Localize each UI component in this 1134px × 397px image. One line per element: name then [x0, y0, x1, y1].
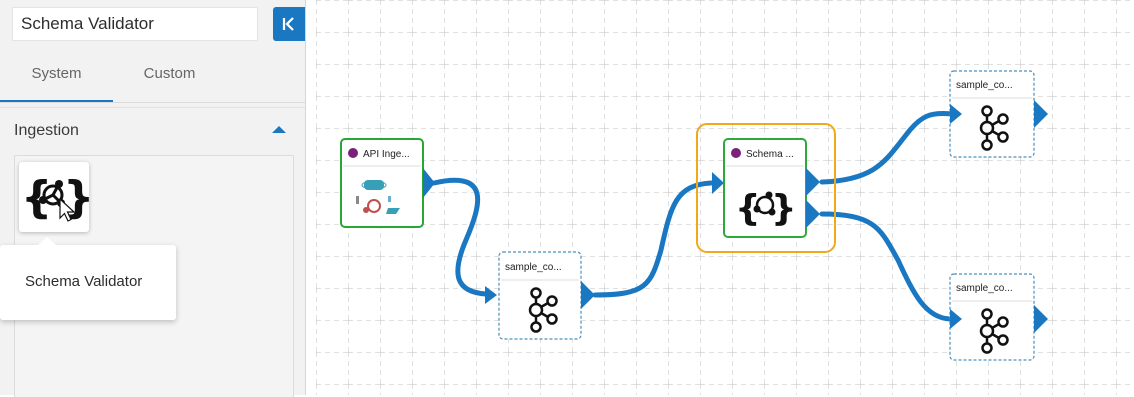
- node-title: sample_co...: [505, 262, 562, 273]
- component-tooltip: Schema Validator: [0, 237, 176, 320]
- node-kafka-3[interactable]: sample_co...: [949, 273, 1048, 361]
- component-search-input[interactable]: [12, 7, 258, 41]
- node-schema-validator[interactable]: Schema ... { }: [712, 138, 820, 238]
- pipeline-canvas[interactable]: API Inge... sample_co... Schema ... {} …: [316, 0, 1134, 395]
- node-api-ingestion[interactable]: API Inge...: [340, 138, 435, 228]
- tab-system[interactable]: System: [0, 52, 113, 102]
- tab-custom[interactable]: Custom: [113, 52, 226, 100]
- component-tabs: System Custom: [0, 52, 305, 103]
- node-title: API Inge...: [363, 149, 410, 160]
- tooltip-arrow: [38, 237, 56, 245]
- status-dot: [348, 148, 358, 158]
- node-title: sample_co...: [956, 283, 1013, 294]
- components-panel: System Custom Ingestion { }: [0, 0, 306, 397]
- svg-text:}: }: [771, 188, 797, 229]
- node-title: sample_co...: [956, 80, 1013, 91]
- schema-validator-icon: { }: [21, 172, 94, 223]
- node-kafka-1[interactable]: sample_co...: [485, 251, 595, 340]
- node-title: Schema ...: [746, 149, 794, 160]
- section-title[interactable]: Ingestion: [14, 122, 79, 140]
- status-dot: [731, 148, 741, 158]
- collapse-panel-button[interactable]: [273, 7, 305, 41]
- node-kafka-2[interactable]: sample_co...: [949, 70, 1048, 158]
- collapse-caret-icon[interactable]: [272, 126, 286, 133]
- pipeline-graph: API Inge... sample_co... Schema ... {} …: [316, 0, 1134, 395]
- collapse-left-icon: [282, 17, 294, 31]
- tooltip-label: Schema Validator: [25, 273, 143, 290]
- schema-validator-component[interactable]: { }: [19, 162, 94, 232]
